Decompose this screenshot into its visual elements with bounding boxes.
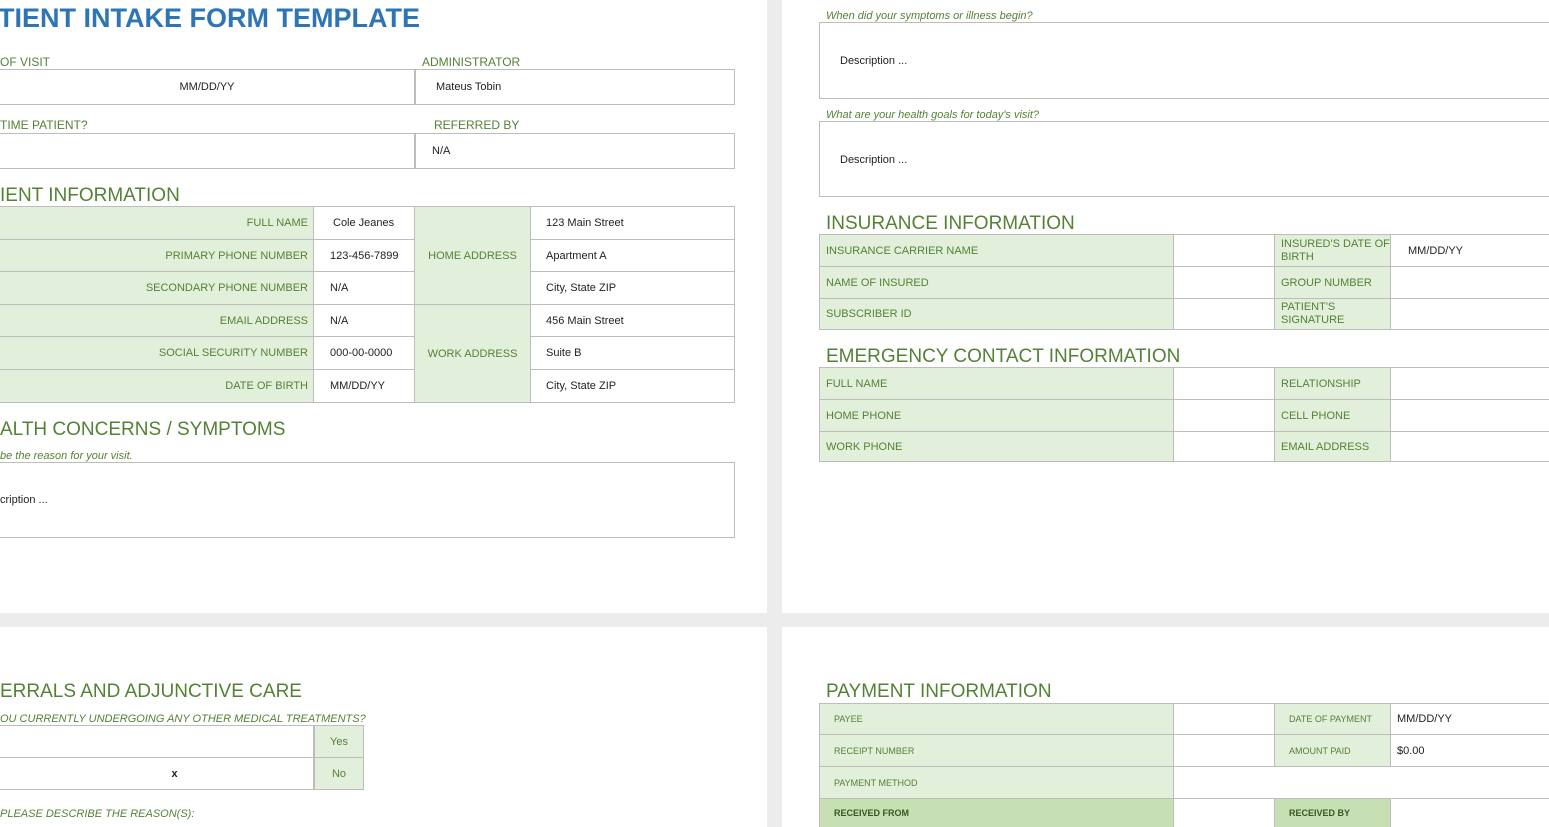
payee-label: PAYEE [819, 704, 1174, 735]
administrator-label: ADMINISTRATOR [422, 55, 521, 69]
receipt-number-label: RECEIPT NUMBER [819, 735, 1174, 767]
yes-label: Yes [314, 726, 364, 758]
health-concerns-heading: ALTH CONCERNS / SYMPTOMS [0, 419, 286, 440]
payment-method-value[interactable] [1174, 767, 1549, 799]
other-treatments-question: OU CURRENTLY UNDERGOING ANY OTHER MEDICA… [0, 713, 366, 725]
relationship-value[interactable] [1391, 368, 1549, 400]
name-of-insured-label: NAME OF INSURED [819, 267, 1174, 299]
visit-reason-text: cription ... [0, 494, 48, 506]
group-number-value[interactable] [1391, 267, 1549, 299]
emergency-full-name-label: FULL NAME [819, 368, 1174, 400]
ssn-label: SOCIAL SECURITY NUMBER [0, 337, 314, 370]
date-of-payment-label: DATE OF PAYMENT [1275, 704, 1391, 735]
emergency-heading: EMERGENCY CONTACT INFORMATION [826, 346, 1181, 367]
work-phone-value[interactable] [1174, 432, 1275, 462]
patient-signature-label-text: PATIENT'S SIGNATURE [1281, 301, 1345, 326]
insured-dob-label: INSURED'S DATE OF BIRTH [1275, 235, 1391, 267]
yes-checkbox[interactable] [0, 726, 314, 758]
health-goals-question: What are your health goals for today's v… [826, 109, 1040, 121]
work-address-line1[interactable]: 456 Main Street [531, 305, 735, 337]
received-from-value[interactable] [1174, 799, 1275, 827]
no-checkbox[interactable]: x [0, 758, 314, 790]
administrator-field[interactable]: Mateus Tobin [415, 70, 735, 105]
insured-dob-label-text: INSURED'S DATE OF BIRTH [1281, 237, 1390, 263]
primary-phone-label: PRIMARY PHONE NUMBER [0, 240, 314, 272]
name-of-insured-value[interactable] [1174, 267, 1275, 299]
received-from-label: RECEIVED FROM [819, 799, 1174, 827]
primary-phone-value[interactable]: 123-456-7899 [314, 240, 415, 272]
insured-dob-value[interactable]: MM/DD/YY [1391, 235, 1549, 267]
emergency-email-label: EMAIL ADDRESS [1275, 432, 1391, 462]
health-goals-box[interactable]: Description ... [819, 121, 1549, 197]
secondary-phone-value[interactable]: N/A [314, 272, 415, 305]
received-by-label: RECEIVED BY [1275, 799, 1391, 827]
insurance-heading: INSURANCE INFORMATION [826, 213, 1075, 234]
health-goals-text: Description ... [840, 154, 908, 166]
no-label: No [314, 758, 364, 790]
received-by-value[interactable] [1391, 799, 1549, 827]
full-name-label: FULL NAME [0, 207, 314, 240]
email-address-value[interactable]: N/A [314, 305, 415, 337]
visit-reason-question: be the reason for your visit. [0, 450, 133, 462]
patient-signature-label: PATIENT'S SIGNATURE [1275, 299, 1391, 330]
payment-heading: PAYMENT INFORMATION [826, 681, 1052, 702]
work-address-line2[interactable]: Suite B [531, 337, 735, 370]
date-of-visit-label: OF VISIT [0, 55, 51, 69]
receipt-number-value[interactable] [1174, 735, 1275, 767]
work-phone-label: WORK PHONE [819, 432, 1174, 462]
home-address-line1[interactable]: 123 Main Street [531, 207, 735, 240]
work-address-label: WORK ADDRESS [415, 305, 531, 403]
referred-by-label: REFERRED BY [434, 118, 520, 132]
patient-signature-value[interactable] [1391, 299, 1549, 330]
page-bottom-right: PAYMENT INFORMATION PAYEE DATE OF PAYMEN… [782, 627, 1549, 827]
payment-method-label: PAYMENT METHOD [819, 767, 1174, 799]
page-top-left: TIENT INTAKE FORM TEMPLATE OF VISIT ADMI… [0, 0, 767, 613]
secondary-phone-label: SECONDARY PHONE NUMBER [0, 272, 314, 305]
date-of-birth-value[interactable]: MM/DD/YY [314, 370, 415, 403]
cell-phone-value[interactable] [1391, 400, 1549, 432]
symptoms-begin-text: Description ... [840, 55, 908, 67]
symptoms-begin-question: When did your symptoms or illness begin? [826, 10, 1033, 22]
ssn-value[interactable]: 000-00-0000 [314, 337, 415, 370]
page-bottom-left: ERRALS AND ADJUNCTIVE CARE OU CURRENTLY … [0, 627, 767, 827]
full-name-value[interactable]: Cole Jeanes [314, 207, 415, 240]
cell-phone-label: CELL PHONE [1275, 400, 1391, 432]
insurance-carrier-value[interactable] [1174, 235, 1275, 267]
visit-reason-box[interactable]: cription ... [0, 462, 735, 538]
group-number-label: GROUP NUMBER [1275, 267, 1391, 299]
insurance-carrier-label: INSURANCE CARRIER NAME [819, 235, 1174, 267]
home-address-label: HOME ADDRESS [415, 207, 531, 305]
form-title: TIENT INTAKE FORM TEMPLATE [0, 3, 420, 33]
page-top-right: When did your symptoms or illness begin?… [782, 0, 1549, 613]
emergency-email-value[interactable] [1391, 432, 1549, 462]
symptoms-begin-box[interactable]: Description ... [819, 22, 1549, 99]
amount-paid-label: AMOUNT PAID [1275, 735, 1391, 767]
describe-reason-label: PLEASE DESCRIBE THE REASON(S): [0, 808, 195, 820]
email-address-label: EMAIL ADDRESS [0, 305, 314, 337]
referred-by-field[interactable]: N/A [415, 134, 735, 169]
home-address-line3[interactable]: City, State ZIP [531, 272, 735, 305]
date-of-birth-label: DATE OF BIRTH [0, 370, 314, 403]
first-time-patient-field[interactable] [0, 134, 415, 169]
payee-value[interactable] [1174, 704, 1275, 735]
home-address-line2[interactable]: Apartment A [531, 240, 735, 272]
work-address-line3[interactable]: City, State ZIP [531, 370, 735, 403]
emergency-full-name-value[interactable] [1174, 368, 1275, 400]
date-of-payment-value[interactable]: MM/DD/YY [1391, 704, 1549, 735]
subscriber-id-value[interactable] [1174, 299, 1275, 330]
home-phone-value[interactable] [1174, 400, 1275, 432]
date-of-visit-field[interactable]: MM/DD/YY [0, 70, 415, 105]
relationship-label: RELATIONSHIP [1275, 368, 1391, 400]
patient-info-heading: IENT INFORMATION [0, 185, 180, 206]
referrals-heading: ERRALS AND ADJUNCTIVE CARE [0, 681, 302, 702]
subscriber-id-label: SUBSCRIBER ID [819, 299, 1174, 330]
amount-paid-value[interactable]: $0.00 [1391, 735, 1549, 767]
home-phone-label: HOME PHONE [819, 400, 1174, 432]
first-time-patient-label: TIME PATIENT? [0, 118, 88, 132]
